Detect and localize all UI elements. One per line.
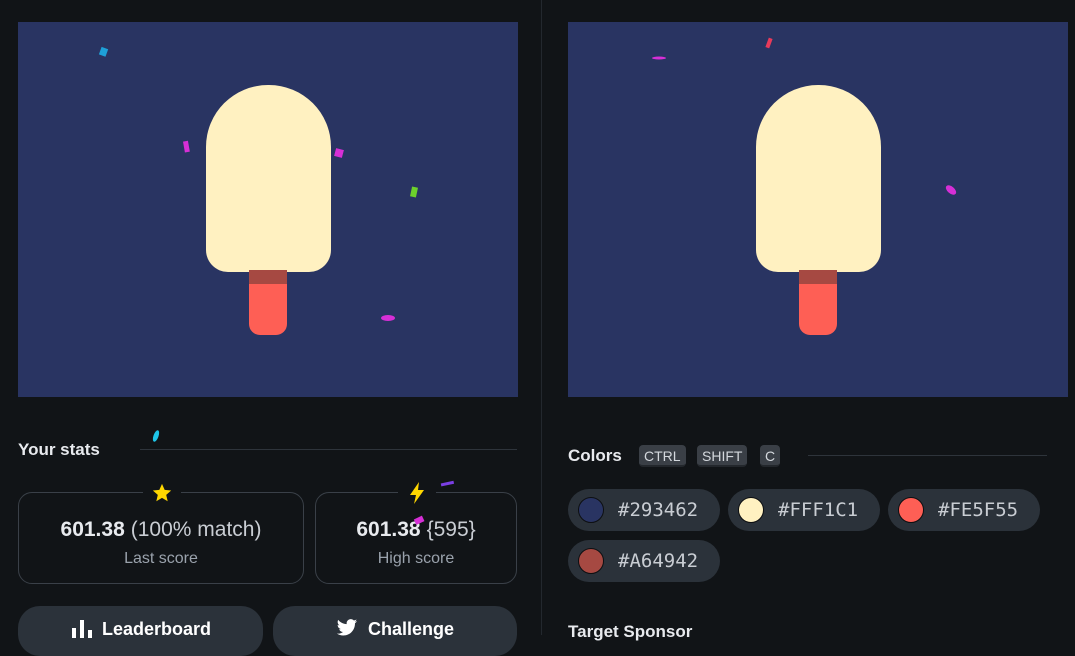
colors-rule xyxy=(808,455,1047,456)
kbd-c: C xyxy=(760,445,781,467)
leaderboard-button[interactable]: Leaderboard xyxy=(18,606,263,656)
challenge-label: Challenge xyxy=(367,619,455,639)
color-chip[interactable]: #FFF1C1 xyxy=(728,489,880,531)
color-chip[interactable]: #A64942 xyxy=(568,540,720,582)
colors-title: Colors xyxy=(568,446,622,465)
output-canvas xyxy=(18,22,518,397)
popsicle-body xyxy=(756,85,881,272)
color-hex: #FFF1C1 xyxy=(778,499,859,521)
last-score-value: 601.38 xyxy=(60,518,125,541)
confetti-piece xyxy=(183,140,190,153)
twitter-bird-icon xyxy=(336,619,358,636)
confetti-piece xyxy=(381,315,395,321)
last-score-match: (100% match) xyxy=(130,518,262,541)
confetti-piece xyxy=(98,46,109,57)
target-sponsor-title: Target Sponsor xyxy=(568,622,693,641)
color-swatch xyxy=(578,548,604,574)
panel-divider xyxy=(541,0,542,635)
color-hex: #FE5F55 xyxy=(938,499,1019,521)
color-chip[interactable]: #FE5F55 xyxy=(888,489,1040,531)
stick-shadow xyxy=(799,270,837,284)
color-swatch xyxy=(578,497,604,523)
color-hex: #A64942 xyxy=(618,550,699,572)
leaderboard-label: Leaderboard xyxy=(101,619,212,639)
last-score-value-row: 601.38 (100% match) xyxy=(19,518,303,542)
target-canvas xyxy=(568,22,1068,397)
high-score-card: 601.38 {595} High score xyxy=(315,481,517,584)
confetti-piece xyxy=(413,515,425,525)
color-chip[interactable]: #293462 xyxy=(568,489,720,531)
confetti-piece xyxy=(765,37,773,49)
color-hex: #293462 xyxy=(618,499,699,521)
popsicle-body xyxy=(206,85,331,272)
confetti-piece xyxy=(945,185,957,195)
color-swatch xyxy=(738,497,764,523)
confetti-piece xyxy=(334,148,344,158)
bar-chart-icon xyxy=(71,620,92,638)
popsicle-stick xyxy=(249,270,287,335)
confetti-piece xyxy=(440,480,455,487)
confetti-piece xyxy=(152,430,160,442)
high-score-value: 601.38 xyxy=(356,518,421,541)
stick-shadow xyxy=(249,270,287,284)
last-score-card: 601.38 (100% match) Last score xyxy=(18,481,304,584)
kbd-shift: SHIFT xyxy=(697,445,748,467)
challenge-button[interactable]: Challenge xyxy=(273,606,517,656)
kbd-ctrl: CTRL xyxy=(639,445,686,467)
stats-title: Your stats xyxy=(18,440,100,459)
popsicle-stick xyxy=(799,270,837,335)
high-score-label: High score xyxy=(377,550,455,567)
lightning-icon xyxy=(398,481,436,505)
last-score-label: Last score xyxy=(124,550,198,567)
confetti-piece xyxy=(410,186,418,198)
high-score-target: {595} xyxy=(426,518,476,541)
confetti-piece xyxy=(652,56,666,60)
color-swatch xyxy=(898,497,924,523)
star-icon xyxy=(143,481,181,505)
stats-rule xyxy=(140,449,517,450)
